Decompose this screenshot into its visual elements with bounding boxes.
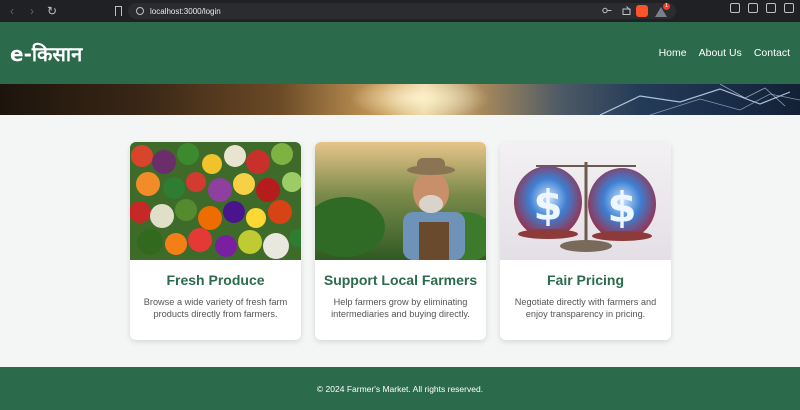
vpn-shield-icon[interactable] bbox=[784, 3, 794, 13]
card-description: Negotiate directly with farmers and enjo… bbox=[514, 297, 657, 319]
password-key-icon[interactable] bbox=[602, 6, 612, 15]
browser-toolbar: ‹ › ↻ localhost:3000/login 1 bbox=[0, 0, 800, 22]
brave-rewards-icon[interactable]: 1 bbox=[654, 3, 670, 17]
forward-icon[interactable]: › bbox=[24, 3, 40, 19]
card-support-local-farmers: Support Local Farmers Help farmers grow … bbox=[315, 142, 486, 340]
card-description: Browse a wide variety of fresh farm prod… bbox=[143, 297, 288, 319]
sidebar-toggle-icon[interactable] bbox=[730, 3, 740, 13]
card-fresh-produce: Fresh Produce Browse a wide variety of f… bbox=[130, 142, 301, 340]
farmer-image bbox=[315, 142, 486, 260]
rewards-badge: 1 bbox=[663, 3, 670, 10]
site-footer: © 2024 Farmer's Market. All rights reser… bbox=[0, 367, 800, 410]
svg-text:$: $ bbox=[533, 181, 562, 230]
nav-link-about[interactable]: About Us bbox=[699, 47, 742, 59]
card-fair-pricing: $ $ Fair Pricing Negotiate directly with… bbox=[500, 142, 671, 340]
balance-scale-image: $ $ bbox=[500, 142, 671, 260]
card-title: Support Local Farmers bbox=[323, 272, 478, 288]
site-logo[interactable]: e-किसान bbox=[10, 40, 82, 67]
wallet-icon[interactable] bbox=[748, 3, 758, 13]
nav-link-contact[interactable]: Contact bbox=[754, 47, 790, 59]
card-description: Help farmers grow by eliminating interme… bbox=[331, 297, 470, 319]
back-icon[interactable]: ‹ bbox=[4, 3, 20, 19]
hero-banner-image bbox=[0, 84, 800, 115]
site-header: e-किसान Home About Us Contact bbox=[0, 22, 800, 84]
card-title: Fair Pricing bbox=[546, 272, 625, 288]
main-nav: Home About Us Contact bbox=[659, 47, 790, 59]
copyright-text: © 2024 Farmer's Market. All rights reser… bbox=[316, 383, 484, 394]
address-url[interactable]: localhost:3000/login bbox=[150, 7, 221, 16]
card-title: Fresh Produce bbox=[166, 272, 265, 288]
site-info-icon[interactable] bbox=[136, 7, 144, 15]
feature-cards: Fresh Produce Browse a wide variety of f… bbox=[130, 142, 672, 340]
extensions-icon[interactable] bbox=[766, 3, 776, 13]
address-bar[interactable]: localhost:3000/login 1 bbox=[128, 3, 676, 19]
svg-text:$: $ bbox=[607, 183, 636, 232]
share-icon[interactable] bbox=[622, 6, 632, 15]
vegetables-image bbox=[130, 142, 301, 260]
nav-link-home[interactable]: Home bbox=[659, 47, 687, 59]
bookmark-icon[interactable] bbox=[115, 6, 122, 16]
brave-shields-icon[interactable] bbox=[636, 5, 648, 17]
reload-icon[interactable]: ↻ bbox=[44, 3, 60, 19]
